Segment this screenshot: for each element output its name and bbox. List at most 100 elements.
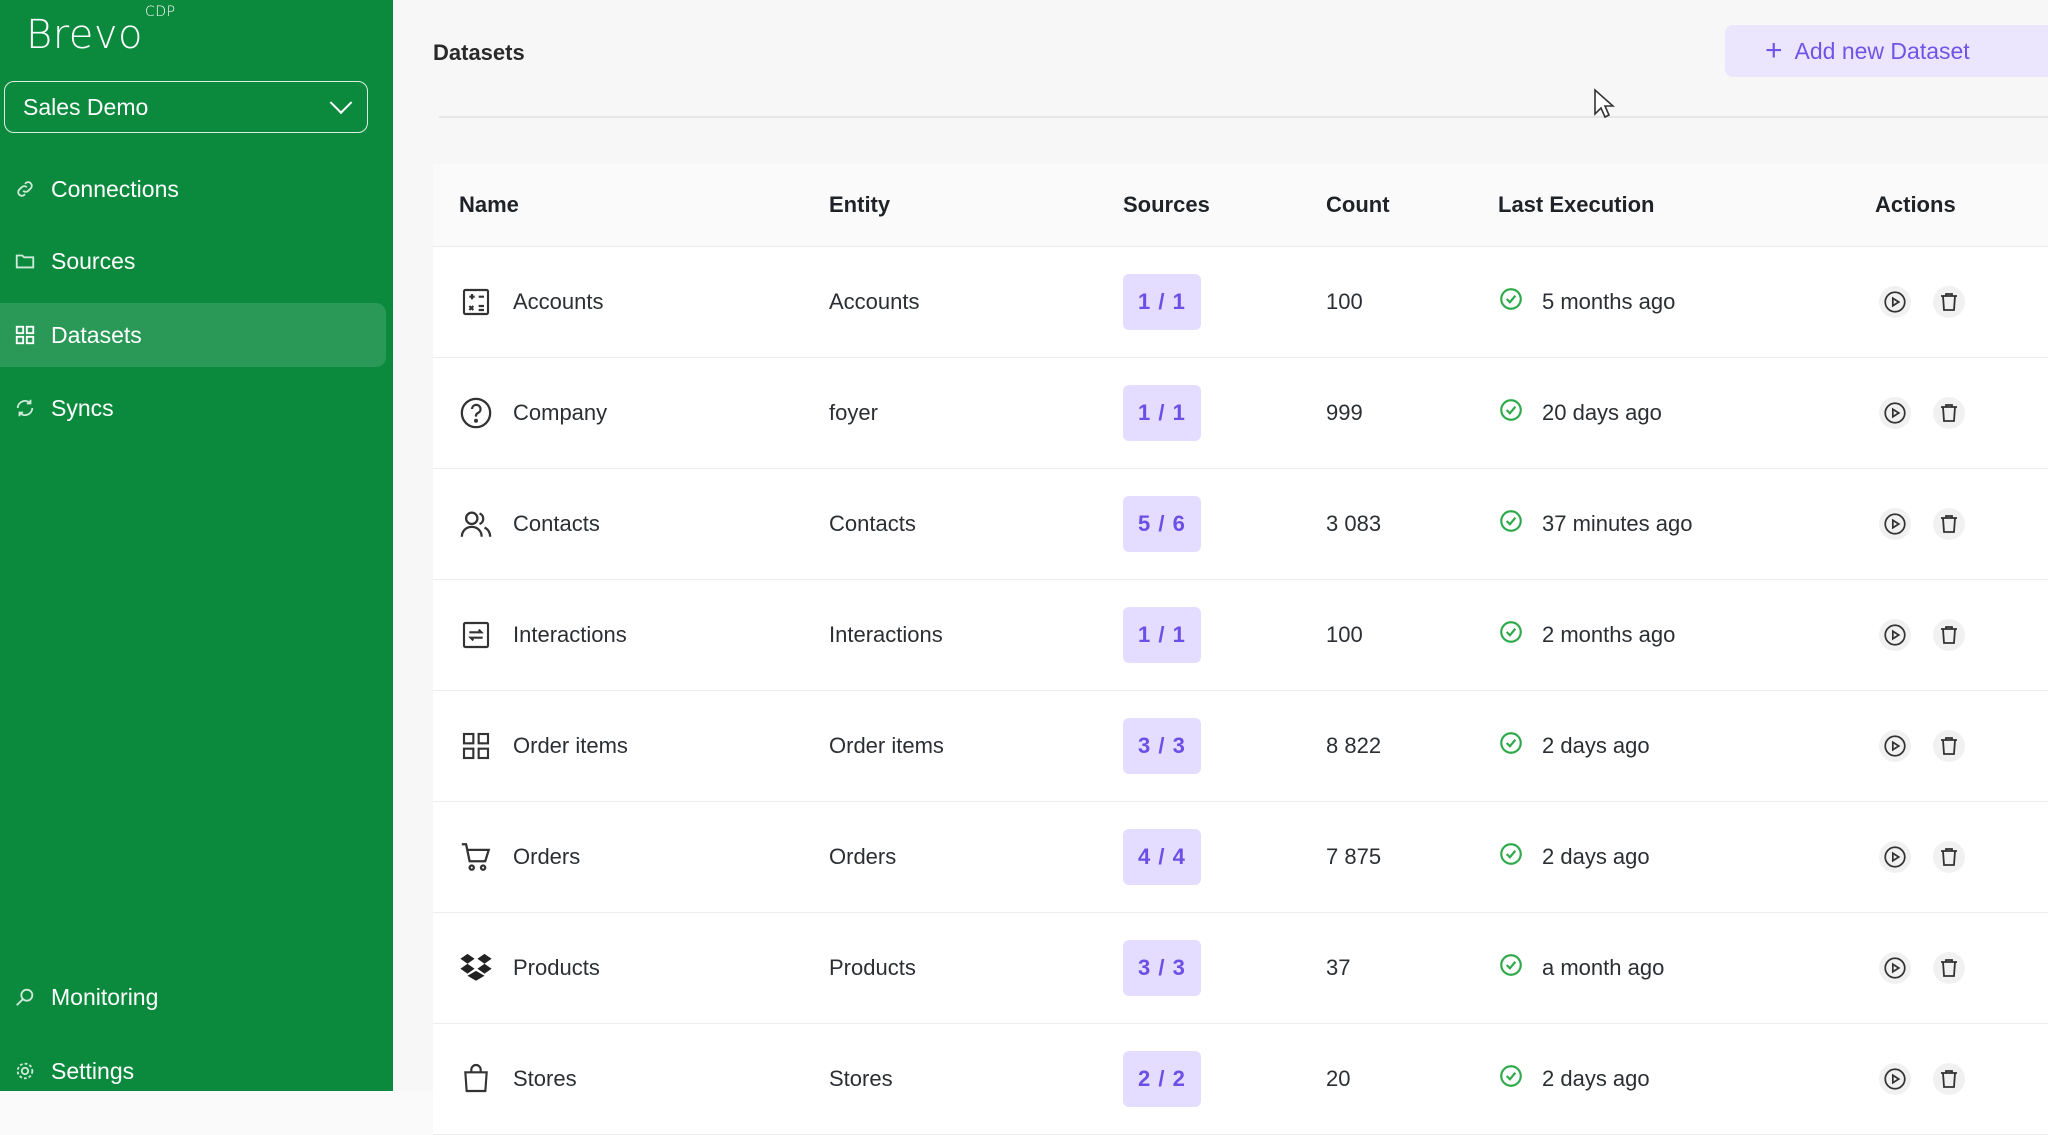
entity-cell: Contacts (829, 511, 916, 536)
delete-button[interactable] (1933, 619, 1965, 651)
run-button[interactable] (1879, 1063, 1911, 1095)
dataset-name[interactable]: Company (513, 400, 607, 426)
last-execution-cell: 37 minutes ago (1498, 469, 1692, 579)
column-header-actions: Actions (1875, 192, 1956, 217)
name-cell: Products (459, 913, 600, 1023)
check-circle-icon (1498, 952, 1524, 984)
run-button[interactable] (1879, 508, 1911, 540)
table-row[interactable]: Contacts Contacts 5 / 6 3 083 37 minutes… (433, 469, 2048, 580)
name-cell: Order items (459, 691, 628, 801)
sources-badge[interactable]: 4 / 4 (1123, 829, 1201, 885)
run-button[interactable] (1879, 730, 1911, 762)
column-header-entity[interactable]: Entity (829, 192, 890, 218)
sidebar-item-label: Syncs (51, 394, 114, 421)
last-execution-cell: 2 days ago (1498, 1024, 1650, 1134)
play-icon (1884, 402, 1906, 424)
dataset-name[interactable]: Accounts (513, 289, 604, 315)
trash-icon (1941, 848, 1957, 866)
delete-button[interactable] (1933, 841, 1965, 873)
trash-icon (1941, 959, 1957, 977)
delete-button[interactable] (1933, 286, 1965, 318)
add-dataset-button[interactable]: + Add new Dataset (1725, 25, 2048, 77)
sources-cell: 4 / 4 (1123, 802, 1201, 912)
table-row[interactable]: Accounts Accounts 1 / 1 100 5 months ago (433, 247, 2048, 358)
delete-button[interactable] (1933, 508, 1965, 540)
sidebar-item-sources[interactable]: Sources (0, 229, 386, 293)
column-header-count[interactable]: Count (1326, 192, 1390, 218)
dataset-name[interactable]: Orders (513, 844, 580, 870)
last-execution-text: 37 minutes ago (1542, 511, 1693, 536)
sidebar-item-settings[interactable]: Settings (0, 1039, 386, 1103)
sidebar-item-monitoring[interactable]: Monitoring (0, 965, 386, 1029)
sidebar-item-syncs[interactable]: Syncs (0, 376, 386, 440)
count-cell: 37 (1326, 955, 1351, 980)
sources-badge[interactable]: 5 / 6 (1123, 496, 1201, 552)
name-cell: Accounts (459, 247, 604, 357)
actions-cell (1879, 913, 1987, 1023)
sources-cell: 3 / 3 (1123, 691, 1201, 801)
sidebar-item-connections[interactable]: Connections (0, 157, 386, 221)
sources-cell: 1 / 1 (1123, 247, 1201, 357)
delete-button[interactable] (1933, 1063, 1965, 1095)
sources-badge[interactable]: 3 / 3 (1123, 718, 1201, 774)
table-row[interactable]: Company foyer 1 / 1 999 20 days ago (433, 358, 2048, 469)
actions-cell (1879, 358, 1987, 468)
sources-badge[interactable]: 2 / 2 (1123, 1051, 1201, 1107)
dataset-name[interactable]: Contacts (513, 511, 600, 537)
plus-icon: + (1765, 34, 1783, 67)
run-button[interactable] (1879, 952, 1911, 984)
trash-icon (1941, 404, 1957, 422)
name-cell: Contacts (459, 469, 600, 579)
play-icon (1884, 957, 1906, 979)
entity-cell: foyer (829, 400, 878, 425)
last-execution-text: 20 days ago (1542, 400, 1662, 425)
table-row[interactable]: Products Products 3 / 3 37 a month ago (433, 913, 2048, 1024)
name-cell: Company (459, 358, 607, 468)
entity-cell: Order items (829, 733, 944, 758)
gear-icon (12, 1058, 38, 1084)
entity-cell: Stores (829, 1066, 893, 1091)
dataset-name[interactable]: Interactions (513, 622, 627, 648)
sources-cell: 1 / 1 (1123, 358, 1201, 468)
users-icon (459, 507, 493, 541)
run-button[interactable] (1879, 619, 1911, 651)
play-icon (1884, 735, 1906, 757)
page-title: Datasets (433, 40, 525, 65)
sources-badge[interactable]: 1 / 1 (1123, 274, 1201, 330)
column-header-name[interactable]: Name (459, 192, 519, 218)
table-row[interactable]: Stores Stores 2 / 2 20 2 days ago (433, 1024, 2048, 1135)
run-button[interactable] (1879, 397, 1911, 429)
last-execution-text: 5 months ago (1542, 289, 1676, 314)
sources-badge[interactable]: 1 / 1 (1123, 385, 1201, 441)
run-button[interactable] (1879, 841, 1911, 873)
sidebar-item-label: Connections (51, 175, 179, 202)
count-cell: 7 875 (1326, 844, 1382, 869)
mouse-cursor-icon (1594, 88, 1615, 119)
delete-button[interactable] (1933, 397, 1965, 429)
workspace-select[interactable]: Sales Demo (4, 81, 368, 133)
sources-badge[interactable]: 1 / 1 (1123, 607, 1201, 663)
table-row[interactable]: Interactions Interactions 1 / 1 100 2 mo… (433, 580, 2048, 691)
sidebar-item-label: Monitoring (51, 983, 159, 1010)
column-header-last-execution[interactable]: Last Execution (1498, 192, 1654, 218)
table-row[interactable]: Orders Orders 4 / 4 7 875 2 days ago (433, 802, 2048, 913)
delete-button[interactable] (1933, 730, 1965, 762)
dataset-name[interactable]: Order items (513, 733, 628, 759)
sidebar-item-datasets[interactable]: Datasets (0, 303, 386, 367)
sidebar: BrevoCDP Sales Demo Connections Sources … (0, 0, 393, 1091)
column-header-sources[interactable]: Sources (1123, 192, 1210, 218)
sources-badge[interactable]: 3 / 3 (1123, 940, 1201, 996)
actions-cell (1879, 580, 1987, 690)
dataset-name[interactable]: Products (513, 955, 600, 981)
brand-logo[interactable]: BrevoCDP (26, 4, 176, 58)
table-row[interactable]: Order items Order items 3 / 3 8 822 2 da… (433, 691, 2048, 802)
delete-button[interactable] (1933, 952, 1965, 984)
grid-icon (459, 729, 493, 763)
dataset-name[interactable]: Stores (513, 1066, 577, 1092)
check-circle-icon (1498, 286, 1524, 318)
trash-icon (1941, 626, 1957, 644)
run-button[interactable] (1879, 286, 1911, 318)
folder-icon (12, 248, 38, 274)
last-execution-text: 2 days ago (1542, 1066, 1650, 1091)
cart-icon (459, 840, 493, 874)
